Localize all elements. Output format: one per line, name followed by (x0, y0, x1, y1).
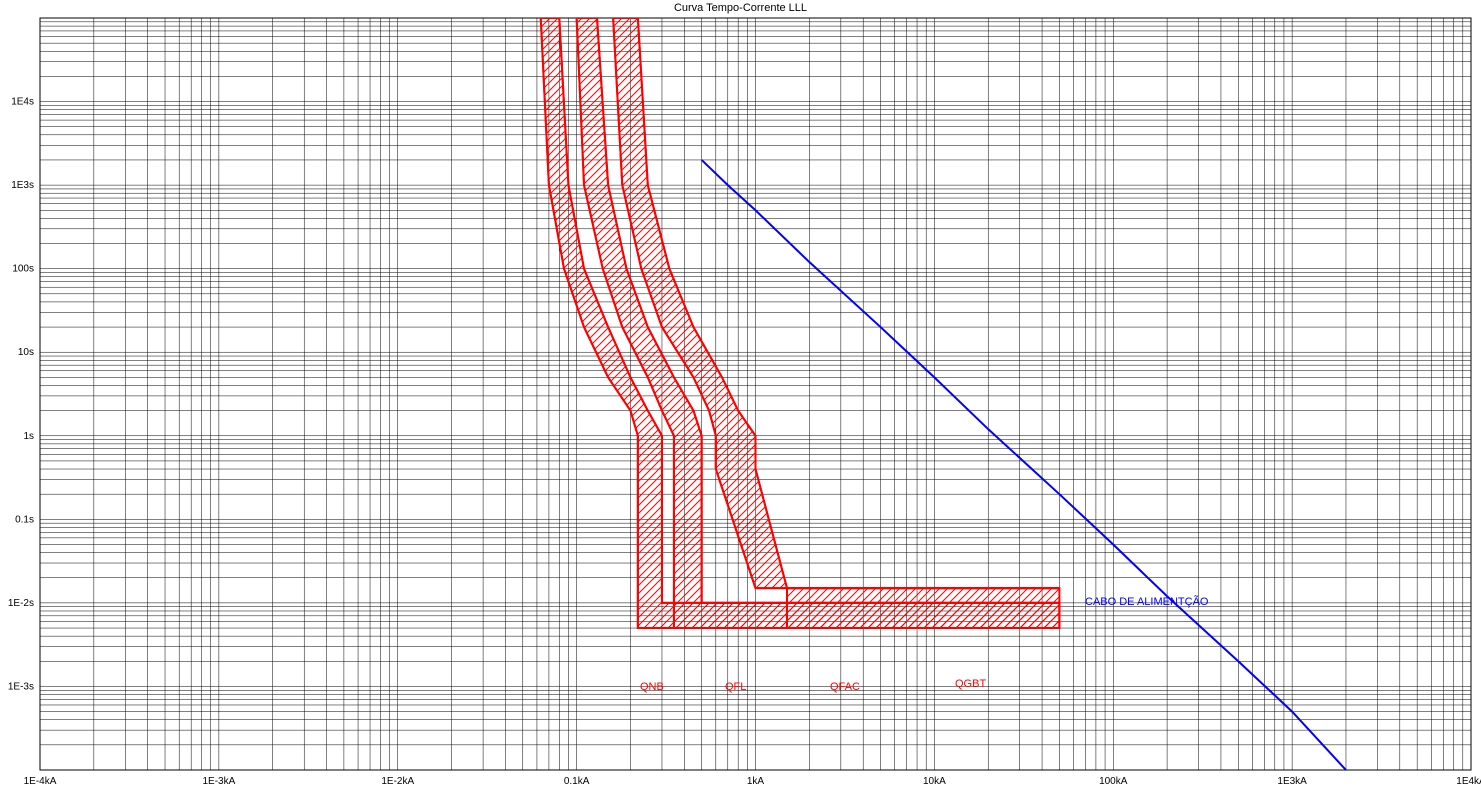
svg-text:10s: 10s (18, 347, 34, 358)
band-qgbt (787, 588, 1059, 628)
svg-text:1E3kA: 1E3kA (1277, 776, 1307, 787)
label-qfac: QFAC (830, 681, 860, 693)
svg-text:100s: 100s (12, 264, 34, 275)
svg-text:1E-2kA: 1E-2kA (381, 776, 414, 787)
svg-text:1s: 1s (23, 431, 34, 442)
svg-text:0.1kA: 0.1kA (564, 776, 590, 787)
plot-content (541, 18, 1346, 770)
svg-text:0.1s: 0.1s (15, 514, 34, 525)
svg-text:100kA: 100kA (1099, 776, 1128, 787)
svg-text:10kA: 10kA (923, 776, 946, 787)
svg-text:1E-2s: 1E-2s (8, 598, 34, 609)
svg-text:1kA: 1kA (747, 776, 765, 787)
svg-text:1E4kA: 1E4kA (1456, 776, 1481, 787)
svg-text:1E-3s: 1E-3s (8, 681, 34, 692)
x-tick-labels: 1E-4kA 1E-3kA 1E-2kA 0.1kA 1kA 10kA 100kA 1E3kA… (24, 776, 1481, 787)
grid-x (40, 18, 1471, 770)
label-qgbt: QGBT (955, 678, 986, 690)
svg-text:1E-4kA: 1E-4kA (24, 776, 57, 787)
label-qnb: QNB (640, 681, 664, 693)
curve-cable (702, 160, 1346, 770)
svg-text:1E3s: 1E3s (11, 180, 34, 191)
label-cable: CABO DE ALIMENTÇÃO (1085, 595, 1209, 608)
svg-text:1E-3kA: 1E-3kA (202, 776, 235, 787)
y-tick-labels: 1E-3s 1E-2s 0.1s 1s 10s 100s 1E3s 1E4s (8, 97, 34, 693)
svg-text:1E4s: 1E4s (11, 97, 34, 108)
label-qfl: QFL (725, 681, 746, 693)
chart-canvas: 1E-4kA 1E-3kA 1E-2kA 0.1kA 1kA 10kA 100kA 1E3kA… (0, 0, 1481, 799)
